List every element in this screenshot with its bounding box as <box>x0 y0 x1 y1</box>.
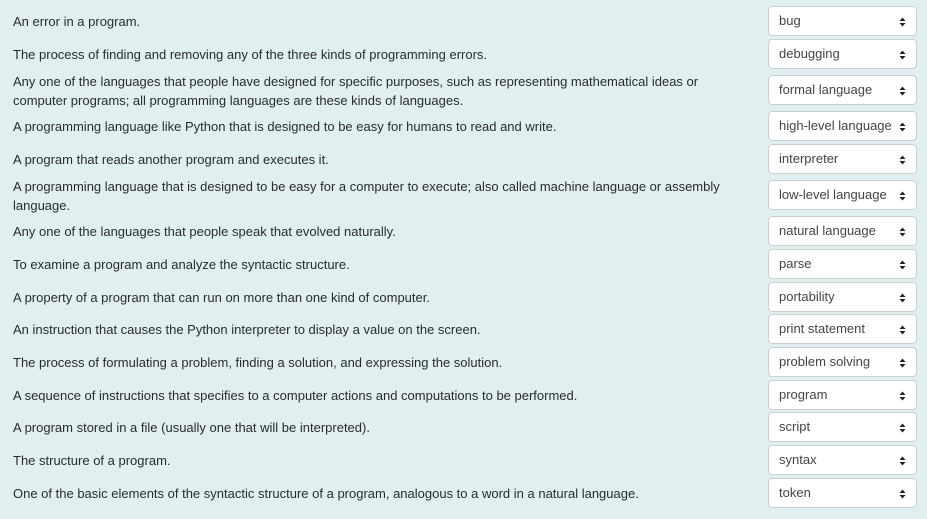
answer-select-value: bug <box>779 13 801 28</box>
select-arrow-icon <box>899 456 906 466</box>
definition-text: Any one of the languages that people spe… <box>13 224 396 239</box>
answer-select[interactable]: script <box>768 412 917 442</box>
select-arrow-icon <box>899 423 906 433</box>
answer-select[interactable]: natural language <box>768 216 917 246</box>
select-arrow-icon <box>899 122 906 132</box>
matching-question-list: An error in a program. bug The process o… <box>0 0 927 519</box>
select-arrow-icon <box>899 191 906 201</box>
answer-select[interactable]: token <box>768 478 917 508</box>
select-arrow-icon <box>899 489 906 499</box>
answer-select[interactable]: portability <box>768 282 917 312</box>
definition-text: One of the basic elements of the syntact… <box>13 486 639 501</box>
select-arrow-icon <box>899 227 906 237</box>
answer-select[interactable]: print statement <box>768 314 917 344</box>
answer-select[interactable]: program <box>768 380 917 410</box>
answer-select-value: natural language <box>779 223 876 238</box>
answer-select[interactable]: syntax <box>768 445 917 475</box>
answer-select-value: formal language <box>779 82 873 97</box>
select-arrow-icon <box>899 325 906 335</box>
answer-select[interactable]: formal language <box>768 75 917 105</box>
answer-select-value: token <box>779 485 811 500</box>
select-arrow-icon <box>899 260 906 270</box>
definition-text: Any one of the languages that people hav… <box>13 74 699 108</box>
answer-select[interactable]: parse <box>768 249 917 279</box>
definition-text: A program that reads another program and… <box>13 152 329 167</box>
answer-select[interactable]: high-level language <box>768 111 917 141</box>
select-arrow-icon <box>899 17 906 27</box>
answer-select-value: syntax <box>779 452 817 467</box>
definition-text: A programming language that is designed … <box>13 179 720 213</box>
answer-select-value: problem solving <box>779 354 871 369</box>
answer-select[interactable]: problem solving <box>768 347 917 377</box>
select-arrow-icon <box>899 155 906 165</box>
definition-text: The structure of a program. <box>13 453 171 468</box>
answer-select[interactable]: debugging <box>768 39 917 69</box>
definition-text: A program stored in a file (usually one … <box>13 420 370 435</box>
definition-text: A sequence of instructions that specifie… <box>13 388 578 403</box>
answer-select[interactable]: interpreter <box>768 144 917 174</box>
answer-select-value: program <box>779 387 828 402</box>
definition-text: The process of formulating a problem, fi… <box>13 355 503 370</box>
answer-select-value: print statement <box>779 321 865 336</box>
answer-select-value: portability <box>779 289 835 304</box>
answer-select-value: script <box>779 419 811 434</box>
answer-select-value: debugging <box>779 46 840 61</box>
answer-select-value: high-level language <box>779 118 892 133</box>
definition-text: An error in a program. <box>13 14 141 29</box>
answer-select[interactable]: bug <box>768 6 917 36</box>
select-arrow-icon <box>899 358 906 368</box>
definition-text: A programming language like Python that … <box>13 119 557 134</box>
answer-select-value: low-level language <box>779 187 887 202</box>
select-arrow-icon <box>899 86 906 96</box>
select-arrow-icon <box>899 391 906 401</box>
definition-text: A property of a program that can run on … <box>13 290 430 305</box>
definition-text: An instruction that causes the Python in… <box>13 322 481 337</box>
answer-select[interactable]: low-level language <box>768 180 917 210</box>
definition-text: To examine a program and analyze the syn… <box>13 257 350 272</box>
select-arrow-icon <box>899 293 906 303</box>
answer-select-value: interpreter <box>779 151 839 166</box>
definition-text: The process of finding and removing any … <box>13 47 488 62</box>
answer-select-value: parse <box>779 256 812 271</box>
select-arrow-icon <box>899 50 906 60</box>
